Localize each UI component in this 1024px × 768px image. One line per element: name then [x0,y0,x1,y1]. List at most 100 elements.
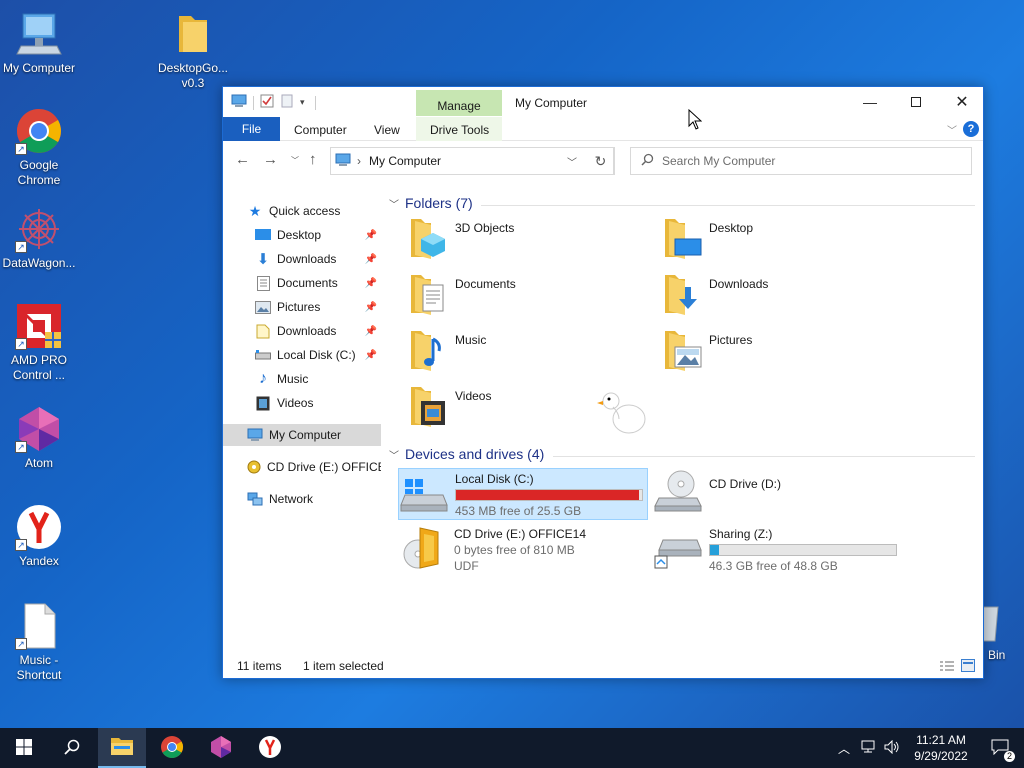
window-title: My Computer [515,96,588,110]
clock[interactable]: 11:21 AM 9/29/2022 [908,732,974,764]
volume-icon[interactable] [884,739,900,757]
search-button[interactable] [48,728,96,768]
drive-cd-d[interactable]: CD Drive (D:) [653,468,903,520]
folder-downloads[interactable]: Downloads [663,271,903,321]
nav-item-videos[interactable]: Videos [255,392,381,414]
amd-icon: ↗ [15,302,63,350]
nav-item-local-disk-c[interactable]: Local Disk (C:) 📌 [255,344,381,366]
large-icons-view-icon[interactable] [961,659,975,675]
navigation-bar: ← → ﹀ ↑ › My Computer ﹀ ↻ [223,143,983,179]
explorer-window[interactable]: ▾ Manage My Computer — ✕ File Computer V… [222,86,984,679]
network-tray-icon[interactable] [860,740,876,757]
drive-local-disk-c[interactable]: Local Disk (C:) 453 MB free of 25.5 GB [398,468,648,520]
drive-sharing-z[interactable]: Sharing (Z:) 46.3 GB free of 48.8 GB [653,524,903,576]
search-input[interactable] [662,154,962,168]
nav-item-my-computer[interactable]: My Computer [223,424,381,446]
pin-icon[interactable]: 📌 [365,302,377,313]
group-header-devices[interactable]: ﹀ Devices and drives (4) [389,446,544,462]
desktop-icon-atom[interactable]: ↗ Atom [0,405,78,471]
group-header-folders[interactable]: ﹀ Folders (7) [389,195,473,211]
up-button[interactable]: ↑ [309,151,317,168]
documents-folder-icon [409,271,449,317]
title-bar[interactable]: ▾ Manage My Computer — ✕ [223,87,983,117]
address-dropdown-icon[interactable]: ﹀ [567,154,577,169]
folder-3d-objects[interactable]: 3D Objects [409,215,649,265]
start-button[interactable] [0,728,48,768]
nav-item-pictures[interactable]: Pictures 📌 [255,296,381,318]
tab-file[interactable]: File [223,117,280,141]
nav-item-cd-drive-e[interactable]: CD Drive (E:) OFFICE14 [223,456,381,478]
nav-item-music[interactable]: ♪ Music [255,368,381,390]
desktop-icon-desktopgo[interactable]: DesktopGo... v0.3 [154,10,232,91]
pin-icon[interactable]: 📌 [365,278,377,289]
computer-small-icon[interactable] [231,94,247,111]
refresh-button[interactable]: ↻ [587,147,615,175]
nav-item-label: My Computer [269,428,342,442]
close-button[interactable]: ✕ [939,87,985,117]
show-hidden-icons-chevron-icon[interactable]: ︿ [838,740,850,757]
nav-item-network[interactable]: Network [223,488,381,510]
breadcrumb-separator-icon[interactable]: › [357,154,361,168]
pin-icon[interactable]: 📌 [365,326,377,337]
folder-name: Downloads [709,277,769,291]
breadcrumb[interactable]: My Computer [369,154,441,168]
nav-item-label: Music [277,372,309,386]
videos-folder-icon [409,383,449,429]
desktop-icon-amd-pro-control[interactable]: ↗ AMD PRO Control ... [0,302,78,383]
nav-item-downloads-2[interactable]: Downloads 📌 [255,320,381,342]
customize-toolbar-icon[interactable]: ▾ [300,97,305,108]
taskbar-chrome[interactable] [148,728,196,768]
pin-icon[interactable]: 📌 [365,230,377,241]
action-center-button[interactable]: 2 [976,728,1024,768]
download-arrow-icon: ⬇ [256,251,270,268]
expand-ribbon-icon[interactable]: ﹀ [947,122,957,137]
folder-desktop[interactable]: Desktop [663,215,903,265]
folder-documents[interactable]: Documents [409,271,649,321]
drive-usage-bar [709,544,897,556]
minimize-button[interactable]: — [847,87,893,117]
new-folder-icon[interactable] [280,94,294,111]
film-icon [255,395,271,411]
back-button[interactable]: ← [235,151,250,168]
taskbar-atom[interactable] [197,728,245,768]
taskbar-file-explorer[interactable] [98,728,146,768]
drive-cd-e-office14[interactable]: CD Drive (E:) OFFICE14 0 bytes free of 8… [398,524,648,576]
music-note-icon: ♪ [259,370,267,387]
nav-item-downloads[interactable]: ⬇ Downloads 📌 [255,248,381,270]
help-icon[interactable]: ? [963,121,979,137]
tab-drive-tools[interactable]: Drive Tools [430,123,489,137]
desktop-icon-google-chrome[interactable]: ↗ Google Chrome [0,107,78,188]
details-view-icon[interactable] [939,660,955,675]
nav-item-documents[interactable]: Documents 📌 [255,272,381,294]
desktop-icon-yandex[interactable]: ↗ Yandex [0,503,78,569]
mouse-cursor [688,108,703,134]
properties-icon[interactable] [260,94,274,111]
desktop-icon-datawagon[interactable]: ↗ DataWagon... [0,205,78,271]
pin-icon[interactable]: 📌 [365,350,377,361]
manage-tab[interactable]: Manage [416,90,502,116]
folder-pictures[interactable]: Pictures [663,327,903,377]
forward-button[interactable]: → [263,151,278,168]
maximize-button[interactable] [893,87,939,117]
desktop-icon-my-computer[interactable]: My Computer [0,10,78,76]
pin-icon[interactable]: 📌 [365,254,377,265]
arrow-right-icon: → [263,151,278,168]
tab-computer[interactable]: Computer [294,123,347,137]
recent-locations-button[interactable]: ﹀ [291,155,299,166]
maximize-icon [911,97,921,107]
folder-name: Desktop [709,221,754,235]
nav-item-desktop[interactable]: Desktop 📌 [255,224,381,246]
yandex-icon: ↗ [15,503,63,551]
tab-view[interactable]: View [374,123,400,137]
cd-drive-icon [653,468,703,514]
group-header-label: Devices and drives (4) [405,446,545,462]
desktop-icon-music-shortcut[interactable]: ↗ Music - Shortcut [0,602,78,683]
search-box[interactable] [630,147,972,175]
shortcut-arrow-icon: ↗ [15,539,27,551]
address-bar[interactable]: › My Computer ﹀ [330,147,614,175]
taskbar-yandex[interactable] [246,728,294,768]
folder-name: Videos [455,389,492,403]
folder-music[interactable]: Music [409,327,649,377]
nav-item-label: Pictures [277,300,321,314]
nav-item-quick-access[interactable]: ★ Quick access [247,200,381,222]
